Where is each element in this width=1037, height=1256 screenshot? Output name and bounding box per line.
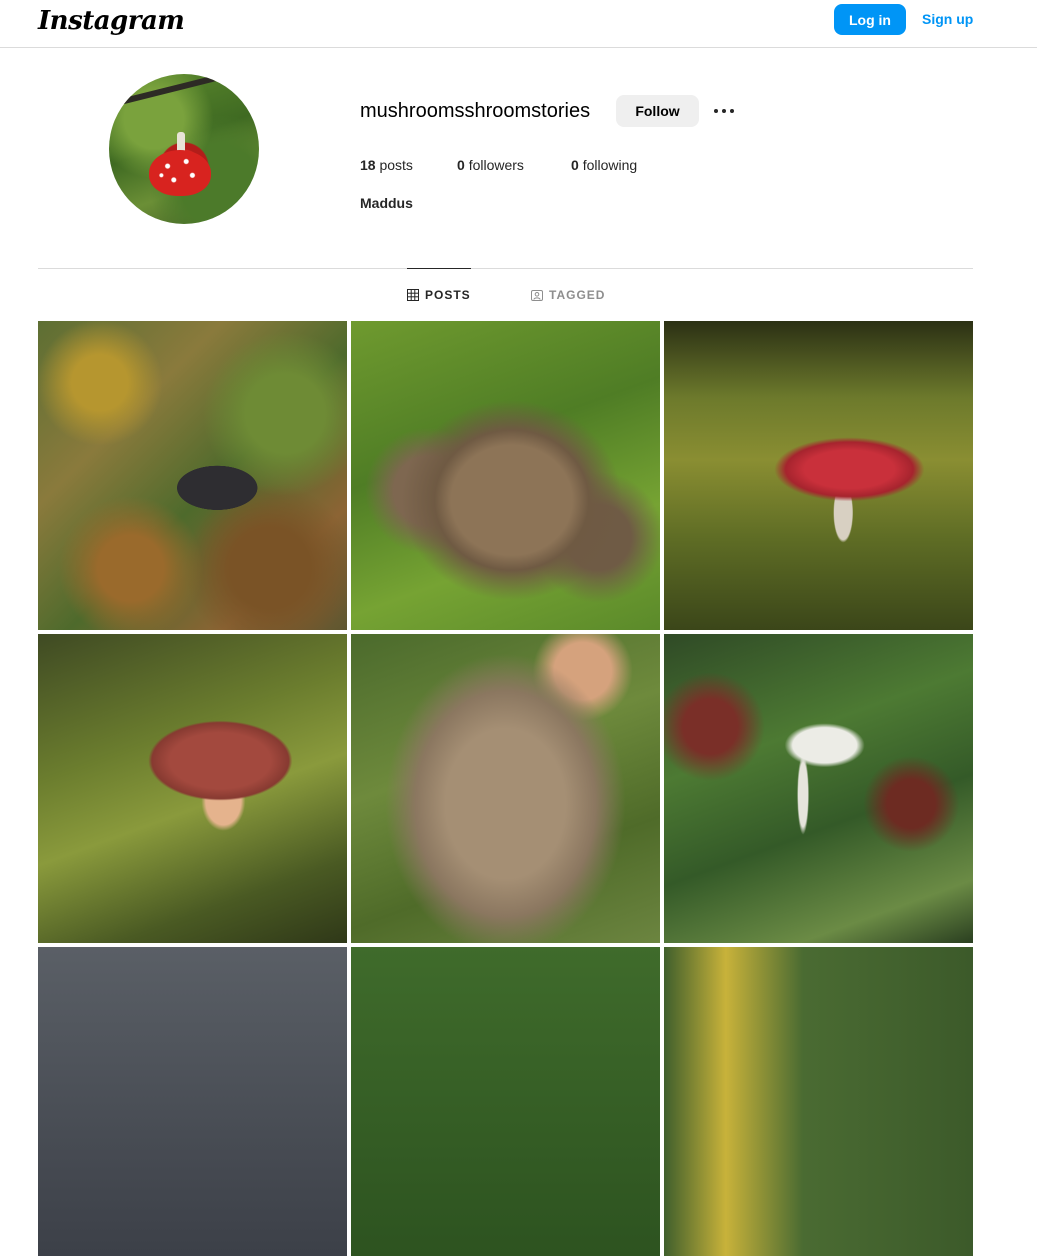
post-thumbnail[interactable]	[351, 634, 660, 943]
post-thumbnail[interactable]	[664, 634, 973, 943]
instagram-logo[interactable]: Instagram	[38, 3, 185, 39]
log-in-button[interactable]: Log in	[834, 4, 906, 35]
post-thumbnail[interactable]	[38, 634, 347, 943]
tab-tagged[interactable]: TAGGED	[531, 286, 605, 304]
posts-label: posts	[379, 157, 413, 173]
followers-label: followers	[468, 157, 524, 173]
tab-posts[interactable]: POSTS	[407, 286, 471, 304]
tab-tagged-label: TAGGED	[549, 288, 606, 302]
profile-username: mushroomsshroomstories	[360, 100, 591, 122]
avatar-twig-detail	[109, 74, 228, 110]
tagged-icon	[531, 290, 543, 301]
post-thumbnail[interactable]	[664, 947, 973, 1256]
posts-count-stat: 18 posts	[360, 155, 413, 175]
profile-full-name: Maddus	[360, 195, 413, 211]
avatar-mushroom-cap	[149, 150, 211, 196]
tab-posts-label: POSTS	[425, 288, 471, 302]
sign-up-link[interactable]: Sign up	[922, 4, 973, 35]
following-count: 0	[571, 157, 579, 173]
profile-avatar[interactable]	[109, 74, 259, 224]
post-thumbnail[interactable]	[351, 321, 660, 630]
active-tab-indicator	[407, 268, 471, 269]
post-thumbnail[interactable]	[38, 947, 347, 1256]
followers-count-stat[interactable]: 0 followers	[457, 155, 524, 175]
followers-count: 0	[457, 157, 465, 173]
post-thumbnail[interactable]	[664, 321, 973, 630]
tabs-divider	[38, 268, 973, 269]
grid-icon	[407, 289, 419, 301]
more-horizontal-icon[interactable]	[712, 99, 736, 123]
post-thumbnail[interactable]	[351, 947, 660, 1256]
posts-count: 18	[360, 157, 376, 173]
follow-button[interactable]: Follow	[616, 95, 699, 127]
top-navigation-bar: Instagram Log in Sign up	[0, 0, 1037, 48]
post-thumbnail[interactable]	[38, 321, 347, 630]
following-label: following	[582, 157, 638, 173]
avatar-twig-detail	[224, 172, 259, 221]
following-count-stat[interactable]: 0 following	[571, 155, 637, 175]
